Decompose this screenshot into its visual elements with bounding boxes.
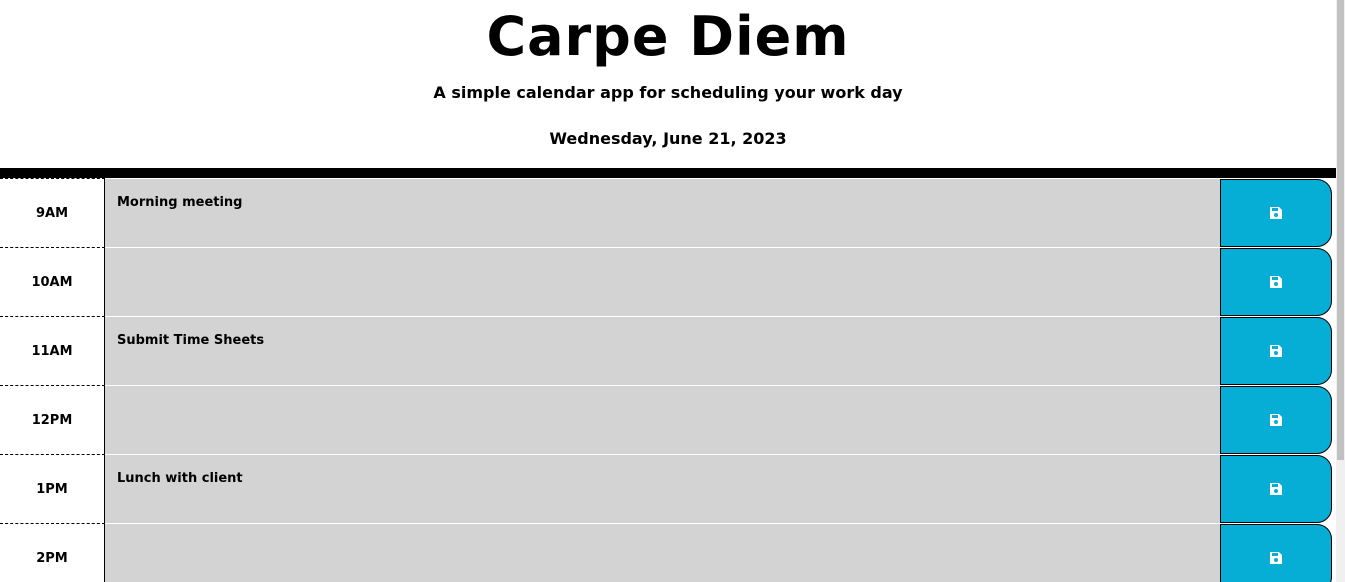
page: Carpe Diem A simple calendar app for sch… [0, 0, 1336, 582]
timeblock-row: 11AM Submit Time Sheets [0, 316, 1336, 385]
hour-label: 2PM [0, 523, 105, 582]
hour-label: 10AM [0, 247, 105, 316]
timeblock-list: 9AM Morning meeting 10AM 11AM Submit Tim… [0, 178, 1336, 582]
save-button[interactable] [1220, 455, 1332, 523]
floppy-disk-icon [1270, 414, 1282, 426]
floppy-disk-icon [1270, 207, 1282, 219]
app-title: Carpe Diem [486, 5, 850, 68]
scrollbar-thumb[interactable] [1337, 0, 1344, 460]
floppy-disk-icon [1270, 276, 1282, 288]
floppy-disk-icon [1270, 552, 1282, 564]
app-subtitle: A simple calendar app for scheduling you… [433, 83, 903, 102]
description-textarea[interactable] [105, 247, 1220, 316]
header: Carpe Diem A simple calendar app for sch… [0, 0, 1336, 168]
save-button[interactable] [1220, 317, 1332, 385]
timeblock-row: 9AM Morning meeting [0, 178, 1336, 247]
save-button[interactable] [1220, 524, 1332, 582]
current-day: Wednesday, June 21, 2023 [549, 129, 787, 148]
floppy-disk-icon [1270, 345, 1282, 357]
save-button[interactable] [1220, 248, 1332, 316]
hour-label: 12PM [0, 385, 105, 454]
timeblock-row: 2PM [0, 523, 1336, 582]
timeblock-row: 12PM [0, 385, 1336, 454]
header-divider [0, 168, 1336, 178]
description-textarea[interactable] [105, 385, 1220, 454]
description-textarea[interactable]: Submit Time Sheets [105, 316, 1220, 385]
hour-label: 1PM [0, 454, 105, 523]
timeblock-row: 10AM [0, 247, 1336, 316]
hour-label: 9AM [0, 178, 105, 247]
description-textarea[interactable]: Morning meeting [105, 178, 1220, 247]
save-button[interactable] [1220, 179, 1332, 247]
timeblock-row: 1PM Lunch with client [0, 454, 1336, 523]
save-button[interactable] [1220, 386, 1332, 454]
floppy-disk-icon [1270, 483, 1282, 495]
hour-label: 11AM [0, 316, 105, 385]
description-textarea[interactable] [105, 523, 1220, 582]
vertical-scrollbar[interactable] [1336, 0, 1345, 582]
description-textarea[interactable]: Lunch with client [105, 454, 1220, 523]
